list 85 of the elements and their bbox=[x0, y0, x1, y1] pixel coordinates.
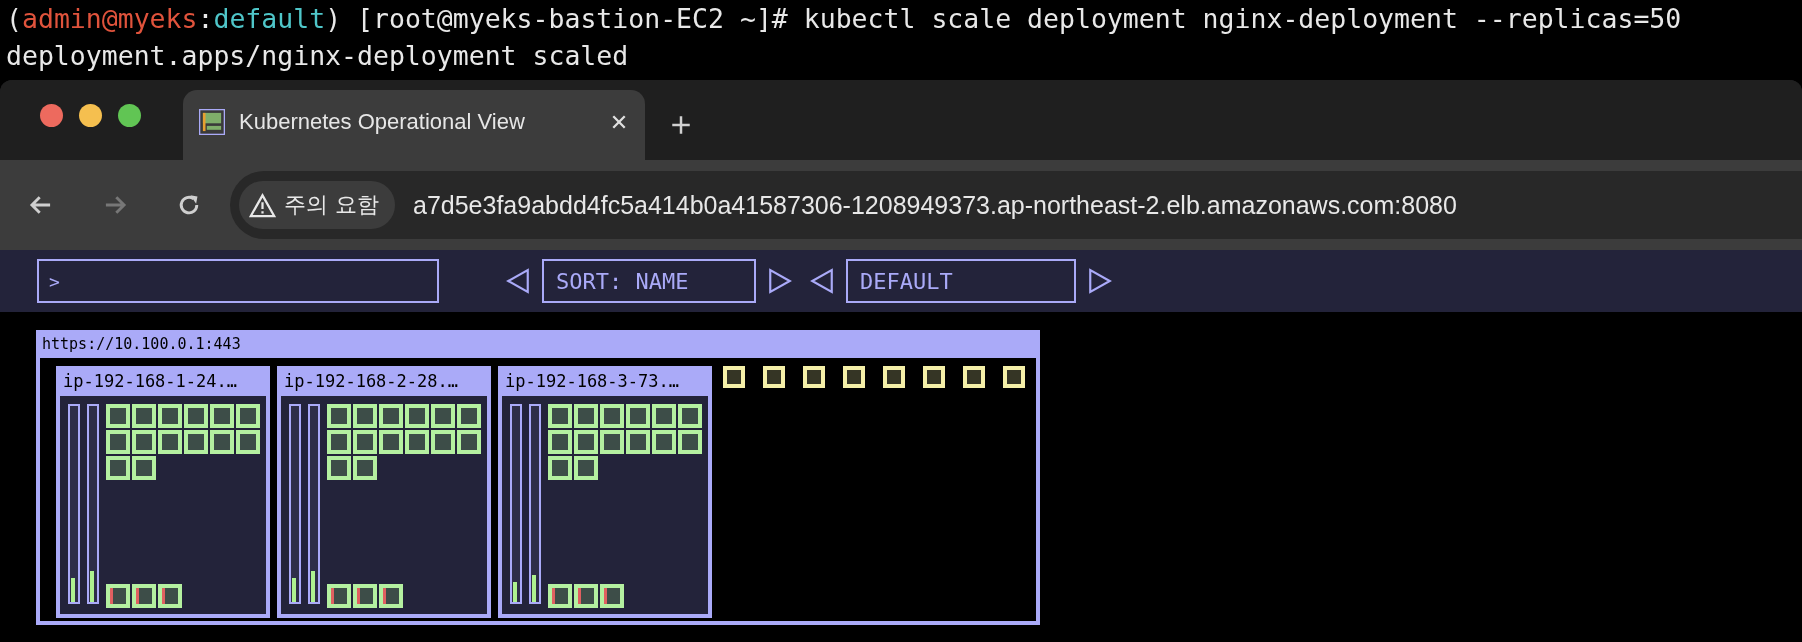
pending-pod-icon[interactable] bbox=[883, 366, 905, 388]
node-name: ip-192-168-2-28.… bbox=[283, 370, 459, 393]
system-pod-icon[interactable] bbox=[106, 584, 130, 608]
pod-icon[interactable] bbox=[405, 430, 429, 454]
pod-icon[interactable] bbox=[106, 404, 130, 428]
system-pod-icon[interactable] bbox=[379, 584, 403, 608]
pod-icon[interactable] bbox=[327, 456, 351, 480]
node-name: ip-192-168-3-73.… bbox=[504, 370, 680, 393]
pod-icon[interactable] bbox=[327, 430, 351, 454]
pod-icon[interactable] bbox=[353, 404, 377, 428]
system-pod-icon[interactable] bbox=[548, 584, 572, 608]
pod-icon[interactable] bbox=[236, 404, 260, 428]
pod-icon[interactable] bbox=[379, 404, 403, 428]
pod-icon[interactable] bbox=[327, 404, 351, 428]
terminal-line: deployment.apps/nginx-deployment scaled bbox=[6, 39, 630, 73]
terminal-line: (admin@myeks:default) [root@myeks-bastion-EC2 ~]# kubectl scale deployment nginx-deployment --replicas=50 bbox=[6, 2, 1683, 36]
pod-icon[interactable] bbox=[106, 430, 130, 454]
favicon-icon bbox=[199, 109, 225, 135]
pod-icon[interactable] bbox=[379, 430, 403, 454]
pod-icon[interactable] bbox=[652, 430, 676, 454]
maximize-window-icon[interactable] bbox=[118, 104, 141, 127]
pod-icon[interactable] bbox=[106, 456, 130, 480]
url-text[interactable]: a7d5e3fa9abdd4fc5a414b0a41587306-1208949373.ap-northeast-2.elb.amazonaws.com:8080 bbox=[413, 190, 1457, 220]
sort-selector[interactable]: SORT: NAME bbox=[542, 259, 756, 303]
pod-icon[interactable] bbox=[626, 430, 650, 454]
pod-icon[interactable] bbox=[652, 404, 676, 428]
pending-pod-icon[interactable] bbox=[923, 366, 945, 388]
pending-pod-icon[interactable] bbox=[1003, 366, 1025, 388]
next-sort-icon[interactable] bbox=[768, 268, 792, 294]
namespace-selector[interactable]: DEFAULT bbox=[846, 259, 1076, 303]
pending-pod-icon[interactable] bbox=[843, 366, 865, 388]
pending-pod-icon[interactable] bbox=[803, 366, 825, 388]
pod-icon[interactable] bbox=[158, 404, 182, 428]
pod-icon[interactable] bbox=[210, 404, 234, 428]
pod-icon[interactable] bbox=[574, 430, 598, 454]
system-pod-icon[interactable] bbox=[574, 584, 598, 608]
pod-icon[interactable] bbox=[236, 430, 260, 454]
pod-icon[interactable] bbox=[353, 430, 377, 454]
pod-icon[interactable] bbox=[184, 430, 208, 454]
pod-icon[interactable] bbox=[626, 404, 650, 428]
node-card[interactable]: ip-192-168-1-24.… bbox=[56, 366, 270, 618]
cluster-title: https://10.100.0.1:443 bbox=[41, 334, 242, 355]
new-tab-icon[interactable] bbox=[671, 115, 691, 135]
pod-icon[interactable] bbox=[210, 430, 234, 454]
warning-icon bbox=[249, 192, 276, 218]
pending-pod-icon[interactable] bbox=[963, 366, 985, 388]
pod-icon[interactable] bbox=[431, 404, 455, 428]
pod-icon[interactable] bbox=[574, 456, 598, 480]
node-name: ip-192-168-1-24.… bbox=[62, 370, 238, 393]
pod-icon[interactable] bbox=[457, 430, 481, 454]
system-pod-icon[interactable] bbox=[158, 584, 182, 608]
pod-icon[interactable] bbox=[132, 430, 156, 454]
minimize-window-icon[interactable] bbox=[79, 104, 102, 127]
pod-icon[interactable] bbox=[457, 404, 481, 428]
browser-tab[interactable]: Kubernetes Operational View bbox=[183, 90, 645, 160]
pod-icon[interactable] bbox=[548, 404, 572, 428]
node-card[interactable]: ip-192-168-2-28.… bbox=[277, 366, 491, 618]
system-pod-icon[interactable] bbox=[132, 584, 156, 608]
pod-icon[interactable] bbox=[132, 456, 156, 480]
pod-icon[interactable] bbox=[548, 456, 572, 480]
pending-pod-icon[interactable] bbox=[763, 366, 785, 388]
next-namespace-icon[interactable] bbox=[1088, 268, 1112, 294]
previous-namespace-icon[interactable] bbox=[810, 268, 834, 294]
close-tab-icon[interactable] bbox=[611, 114, 627, 130]
pod-icon[interactable] bbox=[132, 404, 156, 428]
system-pod-icon[interactable] bbox=[600, 584, 624, 608]
previous-sort-icon[interactable] bbox=[506, 268, 530, 294]
filter-field[interactable]: > bbox=[37, 259, 439, 303]
pod-icon[interactable] bbox=[548, 430, 572, 454]
pod-icon[interactable] bbox=[184, 404, 208, 428]
pending-pod-icon[interactable] bbox=[723, 366, 745, 388]
pod-icon[interactable] bbox=[600, 404, 624, 428]
pod-icon[interactable] bbox=[431, 430, 455, 454]
pod-icon[interactable] bbox=[678, 430, 702, 454]
pod-icon[interactable] bbox=[158, 430, 182, 454]
pod-icon[interactable] bbox=[353, 456, 377, 480]
pod-icon[interactable] bbox=[405, 404, 429, 428]
pod-icon[interactable] bbox=[678, 404, 702, 428]
pod-icon[interactable] bbox=[600, 430, 624, 454]
pod-icon[interactable] bbox=[574, 404, 598, 428]
system-pod-icon[interactable] bbox=[327, 584, 351, 608]
close-window-icon[interactable] bbox=[40, 104, 63, 127]
security-warning-chip[interactable]: 주의 요함 bbox=[239, 181, 395, 229]
node-card[interactable]: ip-192-168-3-73.… bbox=[498, 366, 712, 618]
system-pod-icon[interactable] bbox=[353, 584, 377, 608]
